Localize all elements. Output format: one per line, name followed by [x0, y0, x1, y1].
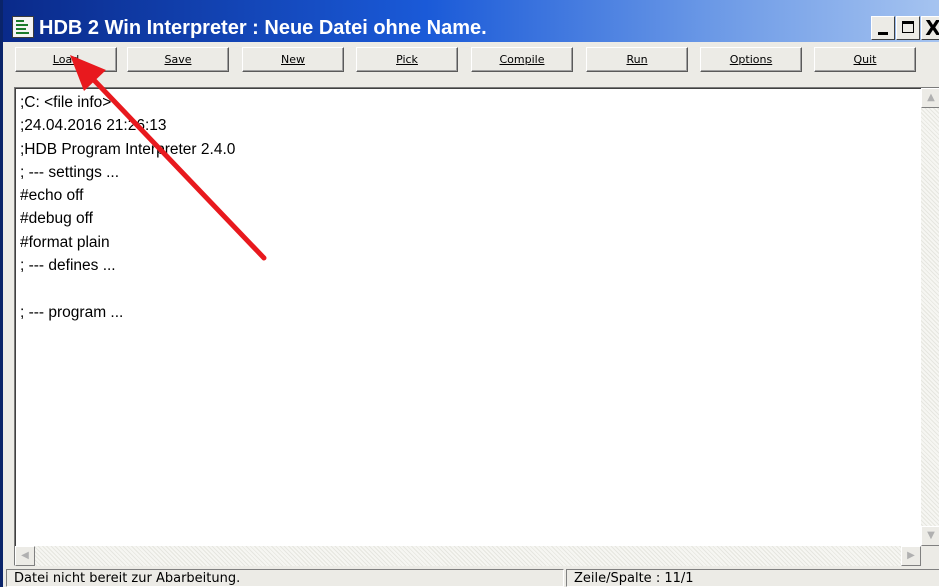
program-editor-icon[interactable]: [12, 16, 34, 38]
toolbar: Load Save New Pick Compile Run Options Q…: [6, 44, 939, 74]
status-message: Datei nicht bereit zur Abarbeitung.: [6, 569, 564, 587]
minimize-button[interactable]: [871, 16, 895, 40]
quit-button[interactable]: Quit: [814, 47, 916, 72]
horizontal-scrollbar[interactable]: ◀ ▶: [15, 546, 921, 566]
arrow-left-icon: ◀: [21, 550, 29, 561]
arrow-up-icon: ▲: [927, 92, 935, 103]
scroll-right-button[interactable]: ▶: [901, 546, 921, 566]
code-line: #echo off: [20, 187, 84, 205]
scroll-left-button[interactable]: ◀: [15, 546, 35, 566]
arrow-down-icon: ▼: [927, 530, 935, 541]
compile-button[interactable]: Compile: [471, 47, 573, 72]
status-bar: Datei nicht bereit zur Abarbeitung. Zeil…: [6, 567, 939, 587]
scroll-down-button[interactable]: ▼: [921, 526, 939, 546]
code-text[interactable]: ;C: <file info> ;24.04.2016 21:26:13 ;HD…: [20, 91, 235, 324]
code-line: ;C: <file info>: [20, 94, 112, 111]
pick-button[interactable]: Pick: [356, 47, 458, 72]
arrow-right-icon: ▶: [907, 550, 915, 561]
window-title: HDB 2 Win Interpreter : Neue Datei ohne …: [39, 17, 487, 39]
title-bar[interactable]: HDB 2 Win Interpreter : Neue Datei ohne …: [3, 0, 939, 42]
code-line: ; --- settings ...: [20, 163, 120, 181]
code-line: ; --- defines ...: [20, 257, 116, 275]
code-line: #format plain: [20, 233, 110, 251]
code-line: ;HDB Program Interpreter 2.4.0: [20, 140, 236, 158]
code-line: ; --- program ...: [20, 303, 124, 321]
options-button[interactable]: Options: [700, 47, 802, 72]
close-icon: X: [925, 16, 939, 40]
load-button[interactable]: Load: [15, 47, 117, 72]
app-window: HDB 2 Win Interpreter : Neue Datei ohne …: [0, 0, 939, 587]
scroll-up-button[interactable]: ▲: [921, 88, 939, 108]
maximize-icon: [902, 21, 914, 33]
scrollbar-corner: [921, 546, 939, 566]
cursor-position: Zeile/Spalte : 11/1: [566, 569, 939, 587]
code-editor[interactable]: ;C: <file info> ;24.04.2016 21:26:13 ;HD…: [14, 87, 939, 566]
close-button[interactable]: X: [921, 16, 939, 40]
new-button[interactable]: New: [242, 47, 344, 72]
code-line: #debug off: [20, 210, 93, 228]
vertical-scrollbar[interactable]: ▲ ▼: [921, 88, 939, 546]
maximize-button[interactable]: [896, 16, 920, 40]
run-button[interactable]: Run: [586, 47, 688, 72]
save-button[interactable]: Save: [127, 47, 229, 72]
code-line: ;24.04.2016 21:26:13: [20, 117, 167, 135]
minimize-icon: [878, 32, 888, 35]
